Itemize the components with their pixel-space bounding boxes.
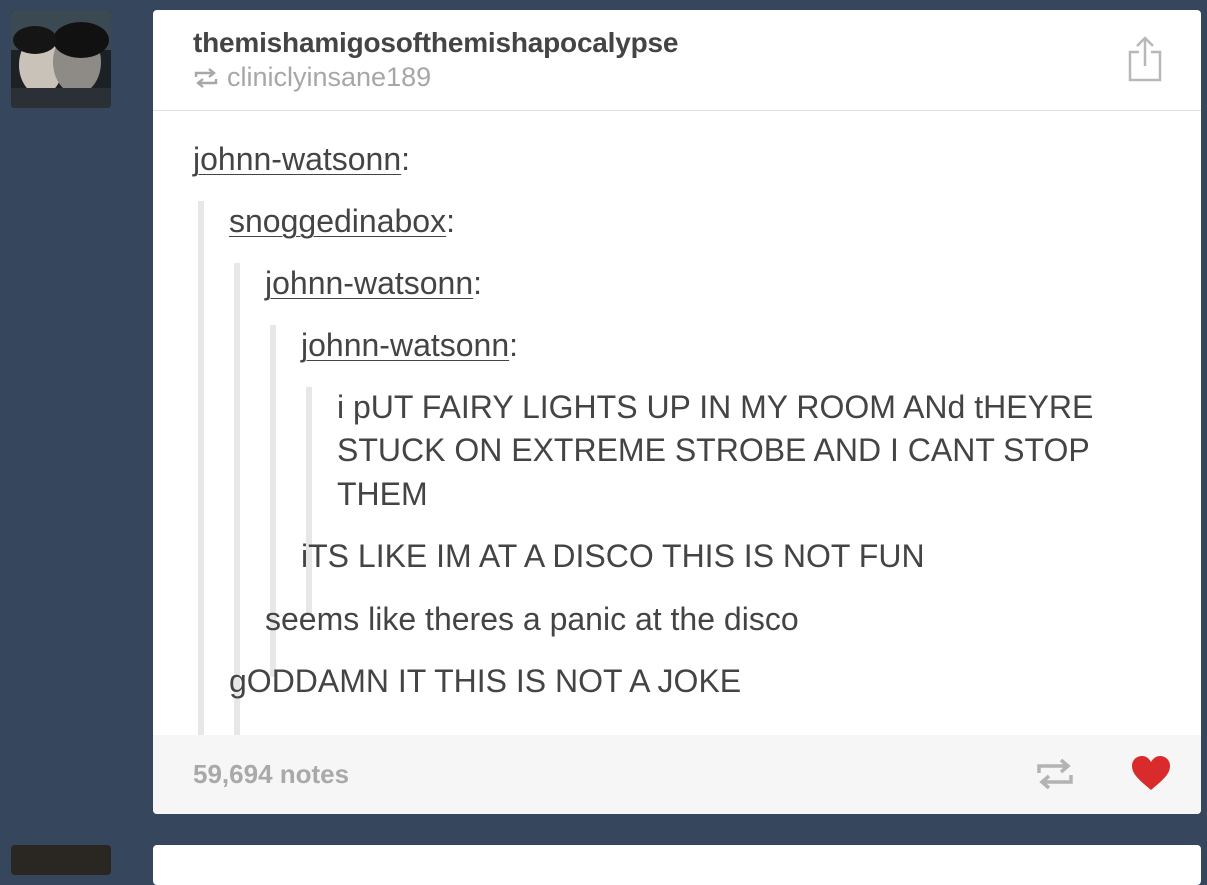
message-text: STUCK ON EXTREME STROBE AND I CANT STOP [337, 432, 1090, 468]
next-post-card [153, 845, 1201, 885]
post-header: themishamigosofthemishapocalypse clinicl… [153, 10, 1201, 111]
thread-user-link[interactable]: johnn-watsonn [193, 141, 401, 177]
reblogged-from-link[interactable]: cliniclyinsane189 [227, 62, 431, 93]
reblog-icon [1037, 758, 1073, 790]
quote-bar-level-1 [198, 201, 204, 802]
quote-bar-level-4 [306, 387, 312, 615]
thread-header-2: snoggedinabox: [229, 203, 455, 239]
notes-count[interactable]: 59,694 notes [193, 759, 349, 790]
like-button[interactable] [1131, 755, 1171, 796]
heart-icon [1132, 756, 1170, 790]
thread-user-link[interactable]: johnn-watsonn [301, 327, 509, 363]
message-text: THEM [337, 476, 428, 512]
thread-header-1: johnn-watsonn: [193, 141, 411, 177]
post-card: themishamigosofthemishapocalypse clinicl… [153, 10, 1201, 814]
next-post-avatar[interactable] [11, 845, 111, 875]
post-footer: 59,694 notes [153, 735, 1201, 814]
share-icon[interactable] [1127, 36, 1163, 87]
reblog-icon [194, 67, 218, 88]
thread-user-link[interactable]: johnn-watsonn [265, 265, 473, 301]
thread-header-4: johnn-watsonn: [301, 327, 519, 363]
blog-avatar[interactable] [11, 10, 111, 108]
blog-name-link[interactable]: themishamigosofthemishapocalypse [193, 27, 678, 59]
reblog-button[interactable] [1035, 757, 1075, 796]
thread-user-link[interactable]: snoggedinabox [229, 203, 446, 239]
message-text: gODDAMN IT THIS IS NOT A JOKE [229, 663, 742, 699]
thread-header-3: johnn-watsonn: [265, 265, 483, 301]
reblogged-from: cliniclyinsane189 [193, 62, 431, 93]
message-text: iTS LIKE IM AT A DISCO THIS IS NOT FUN [301, 538, 925, 574]
message-text: seems like theres a panic at the disco [265, 601, 799, 637]
message-text: i pUT FAIRY LIGHTS UP IN MY ROOM ANd tHE… [337, 389, 1094, 425]
